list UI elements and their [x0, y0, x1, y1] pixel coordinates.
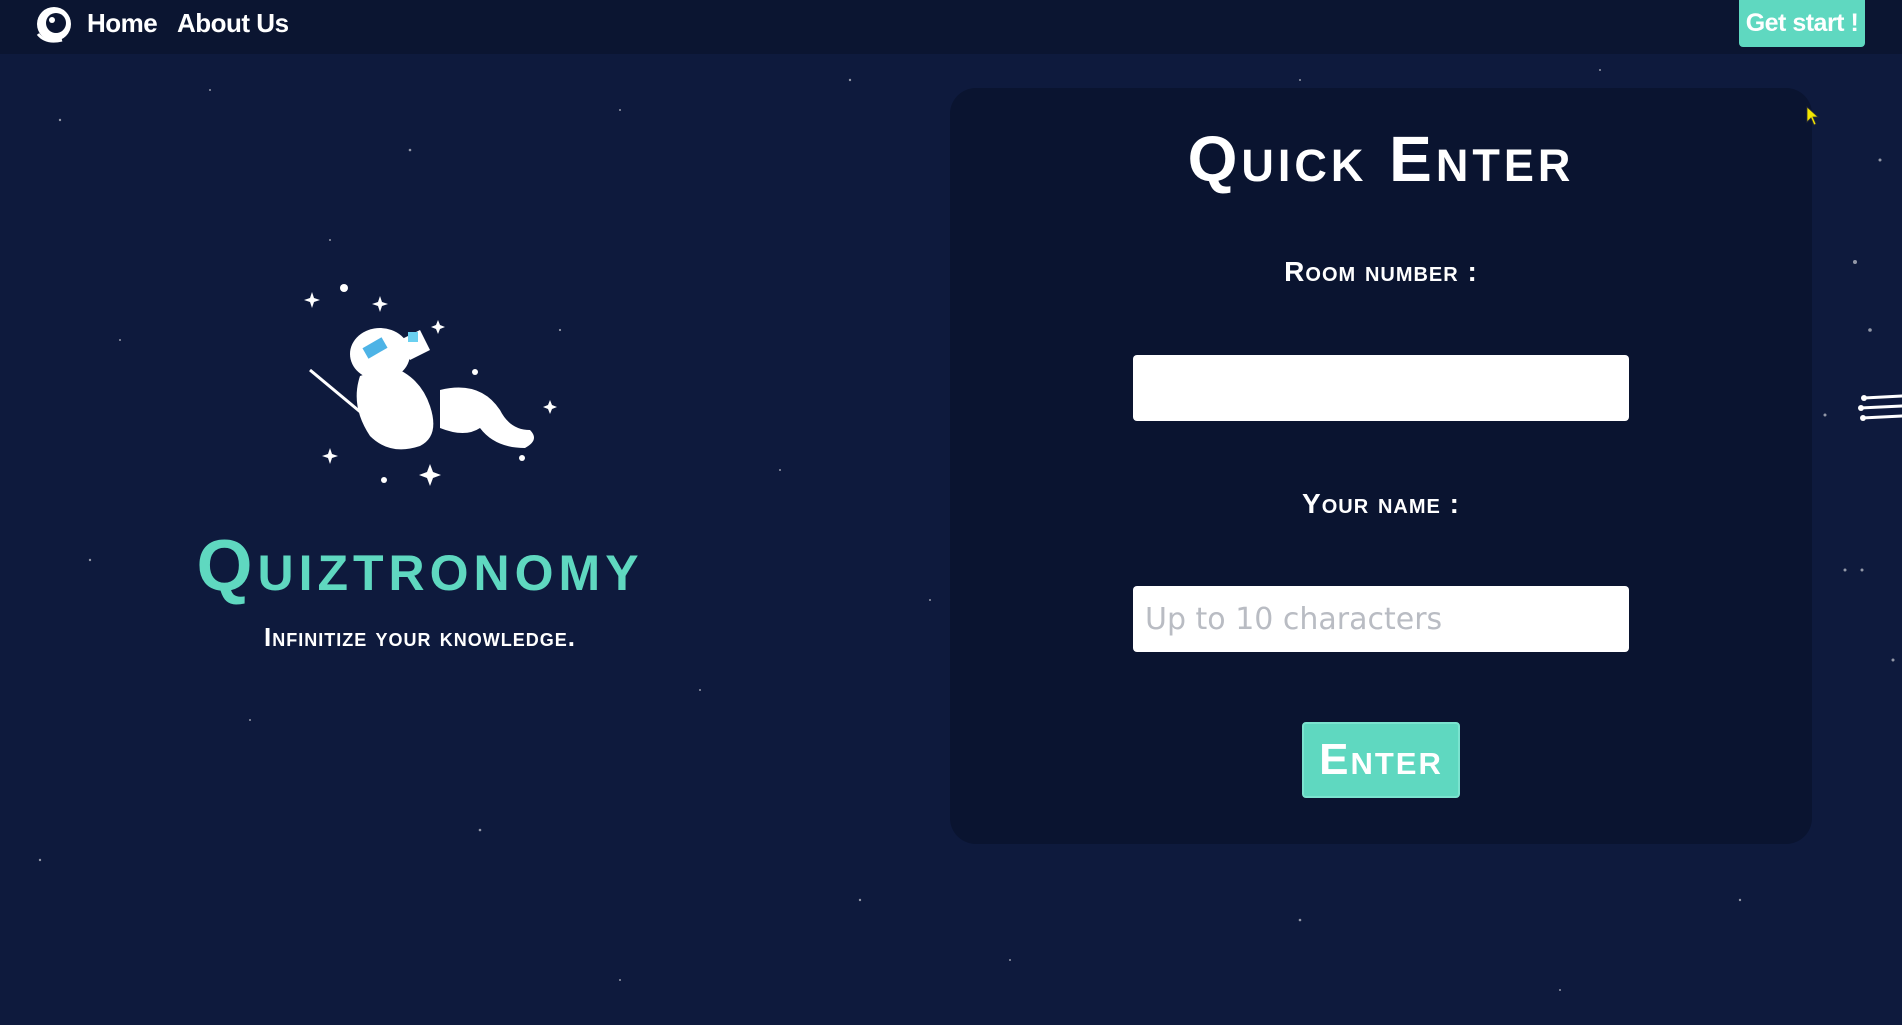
quick-enter-panel: Quick Enter Room number : Your name : En…	[950, 88, 1812, 844]
top-navbar: Home About Us Get start !	[0, 0, 1902, 54]
mouse-pointer-icon	[1806, 106, 1820, 126]
nav-home-link[interactable]: Home	[87, 8, 158, 39]
room-number-label: Room number :	[1284, 256, 1478, 287]
quick-enter-title: Quick Enter	[1187, 123, 1575, 195]
shooting-star-icon	[1858, 394, 1902, 421]
brand-tagline: Infinitize your knowledge.	[264, 622, 576, 652]
floating-astronaut-icon	[304, 284, 557, 486]
get-start-button[interactable]: Get start !	[1739, 0, 1865, 47]
room-number-input[interactable]	[1133, 355, 1629, 421]
your-name-label: Your name :	[1302, 488, 1460, 519]
astronaut-helmet-icon[interactable]	[32, 4, 76, 46]
enter-button[interactable]: Enter	[1302, 722, 1460, 798]
your-name-input[interactable]	[1133, 586, 1629, 652]
brand-title: Quiztronomy	[196, 526, 644, 606]
nav-about-link[interactable]: About Us	[177, 8, 289, 39]
